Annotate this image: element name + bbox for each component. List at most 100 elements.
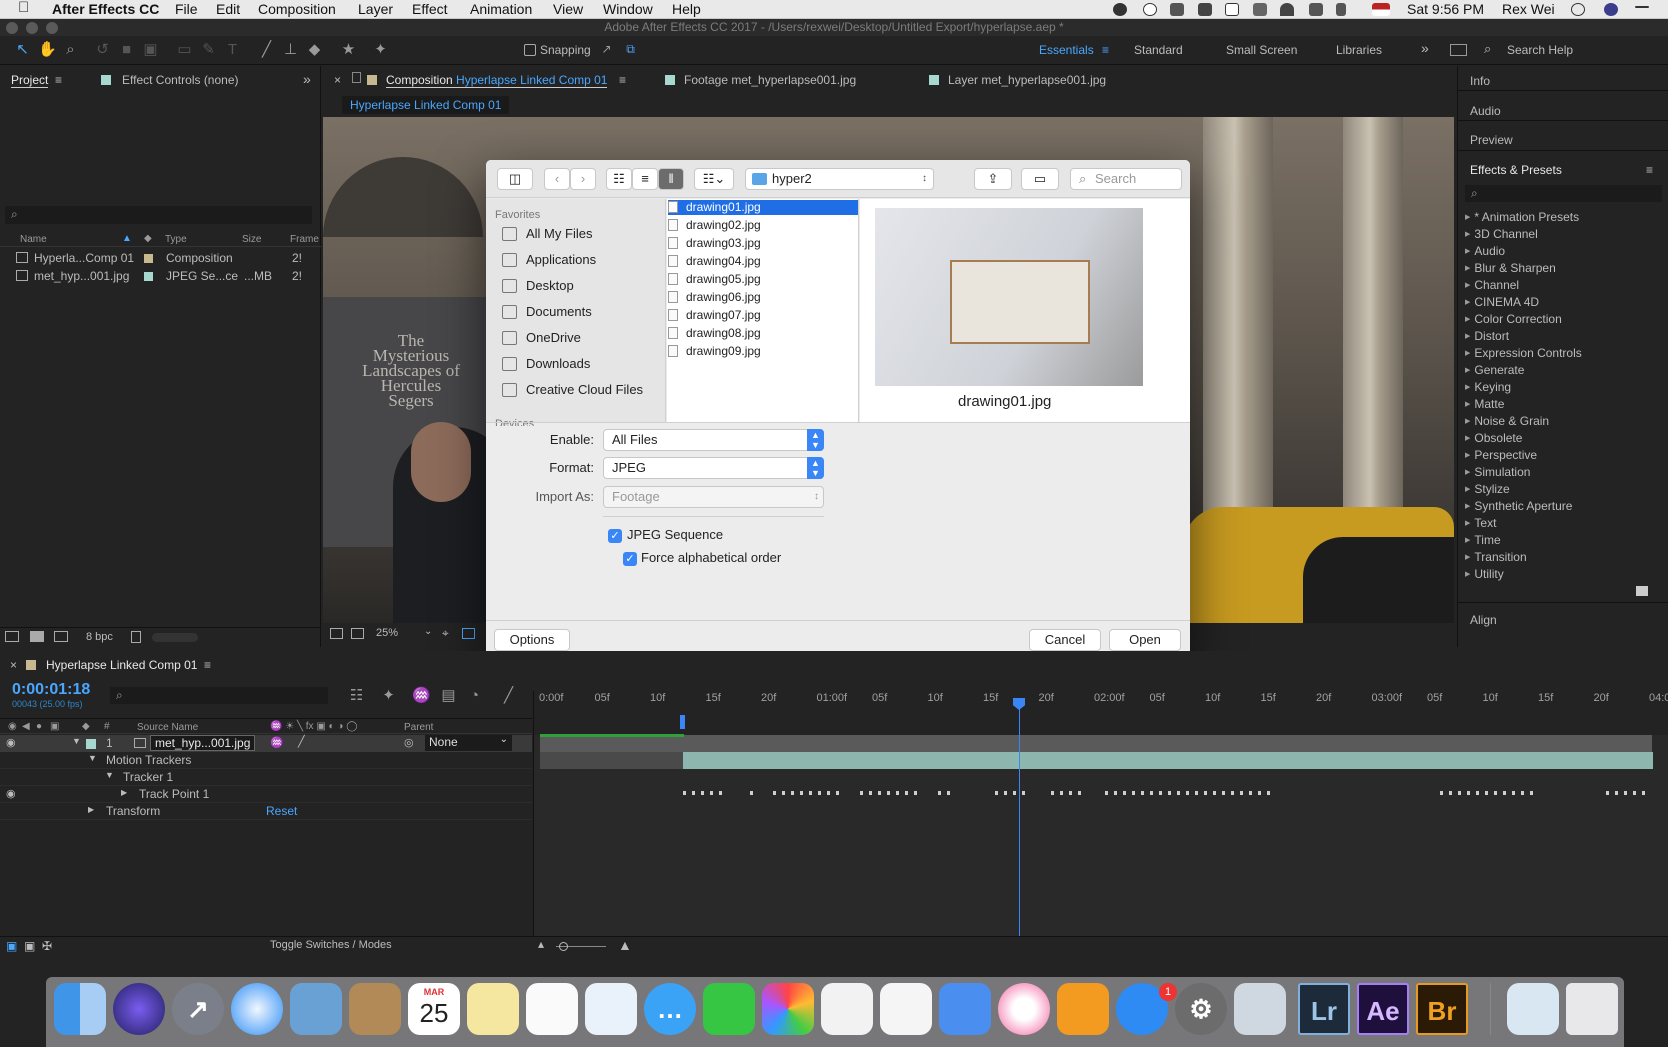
bridge-dock-icon[interactable]: Br (1416, 983, 1468, 1035)
file-list-item[interactable]: drawing05.jpg (668, 272, 761, 286)
back-button[interactable]: ‹ (544, 168, 570, 190)
calendar-dock-icon[interactable]: MAR 25 (408, 983, 460, 1035)
track-point-row[interactable]: ◉ ▶ Track Point 1 (0, 786, 532, 803)
close-window-icon[interactable] (6, 22, 18, 34)
sidebar-favorite-item[interactable]: Documents (502, 304, 592, 319)
keyframe-dot[interactable] (869, 791, 872, 795)
transfer-controls-icon[interactable]: ▣ (24, 939, 35, 953)
arrange-button[interactable]: ☷⌄ (694, 168, 734, 190)
keyframe-dot[interactable] (896, 791, 899, 795)
menu-effect[interactable]: Effect (412, 1, 448, 17)
keyframe-dot[interactable] (1004, 791, 1007, 795)
panel-overflow-icon[interactable]: » (303, 71, 311, 87)
parent-dropdown[interactable]: None ⌄ (425, 734, 512, 751)
keyframe-dot[interactable] (1642, 791, 1645, 795)
effect-category-item[interactable]: Distort (1465, 329, 1509, 343)
zoom-slider-thumb[interactable] (559, 942, 568, 951)
label-color-swatch[interactable] (144, 272, 153, 281)
snap-options-icon[interactable]: ↗ (598, 41, 615, 58)
effect-category-item[interactable]: Perspective (1465, 448, 1537, 462)
roto-brush-tool-icon[interactable]: ★ (340, 41, 357, 58)
keyframe-dot[interactable] (719, 791, 722, 795)
keyframe-dot[interactable] (1240, 791, 1243, 795)
tab-menu-icon[interactable]: ≡ (619, 73, 626, 87)
new-preset-icon[interactable] (1636, 586, 1648, 596)
force-alphabetical-checkbox[interactable]: ✓ (623, 552, 637, 566)
keyframe-dot[interactable] (947, 791, 950, 795)
layer-name[interactable]: met_hyp...001.jpg (150, 735, 256, 751)
enable-popup[interactable]: All Files ▲ ▼ (603, 429, 824, 451)
keyframe-dot[interactable] (1150, 791, 1153, 795)
switches-header-icons[interactable]: ♒ ☀ ╲ fx ▣ ◐ ◑ ◯ (270, 721, 357, 732)
effect-category-item[interactable]: Blur & Sharpen (1465, 261, 1555, 275)
photos-dock-icon[interactable] (762, 983, 814, 1035)
keynote-dock-icon[interactable] (939, 983, 991, 1035)
effects-menu-icon[interactable]: ≡ (1646, 163, 1653, 177)
current-time-indicator[interactable] (1019, 698, 1020, 956)
work-area-start-handle[interactable] (680, 715, 685, 729)
close-tab-icon[interactable]: × (334, 73, 341, 87)
effect-category-item[interactable]: Matte (1465, 397, 1504, 411)
open-button[interactable]: Open (1109, 629, 1181, 651)
region-of-interest-icon[interactable] (462, 628, 475, 639)
documents-stack-dock-icon[interactable] (1507, 983, 1559, 1035)
jpeg-sequence-checkbox[interactable]: ✓ (608, 529, 622, 543)
photo-booth-dock-icon[interactable] (585, 983, 637, 1035)
lightroom-dock-icon[interactable]: Lr (1298, 983, 1350, 1035)
timeline-search-input[interactable]: ⌕ (110, 687, 328, 704)
keyframe-dot[interactable] (1503, 791, 1506, 795)
keyframe-dot[interactable] (1521, 791, 1524, 795)
keyframe-dot[interactable] (773, 791, 776, 795)
layer-label-swatch[interactable] (86, 739, 96, 749)
project-search-input[interactable]: ⌕ (5, 206, 312, 224)
keyframe-dot[interactable] (1449, 791, 1452, 795)
workspace-menu-icon[interactable]: ≡ (1102, 43, 1109, 57)
keyframe-dot[interactable] (878, 791, 881, 795)
dialog-search-input[interactable]: ⌕ Search (1070, 168, 1182, 190)
search-help-field[interactable]: Search Help (1507, 43, 1573, 57)
zoom-out-icon[interactable]: ▴ (538, 937, 544, 951)
effect-category-item[interactable]: Channel (1465, 278, 1519, 292)
effects-search-input[interactable]: ⌕ (1465, 185, 1662, 202)
keyframe-dot[interactable] (1458, 791, 1461, 795)
tracker-row[interactable]: ▼ Tracker 1 (0, 769, 532, 786)
keyframe-dot[interactable] (710, 791, 713, 795)
itunes-dock-icon[interactable] (998, 983, 1050, 1035)
preview-bird-dock-icon[interactable] (290, 983, 342, 1035)
tab-preview[interactable]: Preview (1470, 133, 1513, 147)
label-header-icon[interactable]: ◆ (82, 721, 90, 732)
file-list-item[interactable]: drawing01.jpg (668, 200, 761, 214)
keyframe-dot[interactable] (836, 791, 839, 795)
share-button[interactable]: ⇪ (974, 168, 1012, 190)
pan-behind-tool-icon[interactable]: ▣ (142, 41, 159, 58)
sidebar-favorite-item[interactable]: OneDrive (502, 330, 581, 345)
keyframe-dot[interactable] (938, 791, 941, 795)
draft-3d-icon[interactable]: ✦ (380, 687, 397, 704)
zoom-in-icon[interactable]: ▲ (618, 937, 632, 953)
visibility-header-icon[interactable]: ◉ (8, 721, 17, 732)
column-frame[interactable]: Frame (290, 234, 319, 245)
trash-icon[interactable] (131, 631, 141, 643)
list-view-button[interactable]: ≡ (632, 168, 658, 190)
effect-category-item[interactable]: * Animation Presets (1465, 210, 1579, 224)
search-help-icon[interactable]: ⌕ (1484, 41, 1491, 57)
effect-category-item[interactable]: Stylize (1465, 482, 1509, 496)
effect-category-item[interactable]: Obsolete (1465, 431, 1522, 445)
keyframe-dot[interactable] (1159, 791, 1162, 795)
ibooks-dock-icon[interactable] (1057, 983, 1109, 1035)
label-color-swatch[interactable] (144, 254, 153, 263)
keyframe-dot[interactable] (1105, 791, 1108, 795)
options-button[interactable]: Options (494, 629, 570, 651)
import-as-popup[interactable]: Footage ↕ (603, 486, 824, 508)
audio-header-icon[interactable]: ◀ (22, 721, 30, 732)
brush-tool-icon[interactable]: ╱ (258, 41, 275, 58)
effects-presets-title[interactable]: Effects & Presets (1470, 163, 1562, 177)
spotlight-icon[interactable] (1571, 3, 1585, 16)
menu-composition[interactable]: Composition (258, 1, 336, 17)
keyframe-dot[interactable] (1022, 791, 1025, 795)
tab-layer[interactable]: Layer met_hyperlapse001.jpg (948, 73, 1106, 87)
workspace-essentials[interactable]: Essentials (1039, 43, 1094, 57)
project-bpc[interactable]: 8 bpc (86, 631, 113, 643)
keyframe-dot[interactable] (701, 791, 704, 795)
menu-view[interactable]: View (553, 1, 583, 17)
